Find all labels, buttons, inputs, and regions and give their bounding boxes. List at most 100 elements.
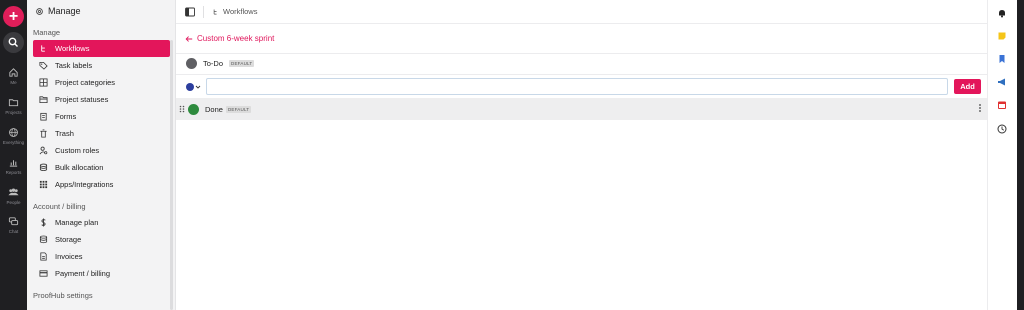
window-edge	[1017, 0, 1024, 310]
status-color-dot	[186, 58, 197, 69]
sidebar-item-invoices[interactable]: Invoices	[33, 248, 170, 265]
bell-icon[interactable]	[997, 8, 1007, 18]
sidebar-header-title: Manage	[48, 6, 81, 16]
rail-item-people[interactable]: People	[0, 187, 27, 205]
grid-icon	[39, 78, 48, 87]
settings-sidebar: Manage Manage Workflows Task labels Proj…	[27, 0, 176, 310]
sidebar-item-custom-roles[interactable]: Custom roles	[33, 142, 170, 159]
back-link[interactable]: Custom 6-week sprint	[185, 34, 274, 43]
breadcrumb-label: Workflows	[223, 7, 258, 16]
rail-item-everything[interactable]: Everything	[0, 127, 27, 145]
sidebar-item-label: Custom roles	[55, 146, 100, 155]
workflow-editor: Custom 6-week sprint To-Do DEFAULT Add D…	[176, 25, 987, 310]
more-options-icon[interactable]	[978, 103, 982, 113]
note-icon[interactable]	[997, 31, 1007, 41]
status-row-todo[interactable]: To-Do DEFAULT	[186, 58, 255, 69]
megaphone-icon[interactable]	[997, 77, 1007, 87]
section-account-billing: Account / billing	[33, 202, 86, 211]
status-row-done[interactable]: Done DEFAULT	[176, 98, 987, 120]
invoice-icon	[40, 252, 47, 261]
bookmark-icon[interactable]	[997, 54, 1007, 64]
sidebar-scrollbar[interactable]	[170, 40, 173, 310]
breadcrumb: Workflows	[212, 7, 257, 16]
user-roles-icon	[39, 146, 48, 155]
workflow-title: Custom 6-week sprint	[197, 34, 275, 43]
folder-open-icon	[39, 96, 48, 104]
sidebar-item-bulk-allocation[interactable]: Bulk allocation	[33, 159, 170, 176]
drag-handle-icon[interactable]	[179, 105, 185, 113]
section-proofhub-settings: ProofHub settings	[33, 291, 93, 300]
workflow-icon	[41, 45, 45, 52]
sidebar-item-label: Workflows	[55, 44, 90, 53]
right-utility-rail	[987, 0, 1017, 310]
rail-label-chat: Chat	[8, 229, 19, 234]
rail-item-chat[interactable]: Chat	[0, 216, 27, 234]
database-icon	[39, 235, 48, 244]
sidebar-item-label: Project statuses	[55, 95, 109, 104]
credit-card-icon	[39, 270, 48, 277]
dollar-icon	[41, 218, 46, 227]
rail-label-projects: Projects	[5, 110, 22, 115]
section-manage: Manage	[33, 28, 61, 37]
status-name: Done	[205, 104, 223, 114]
sidebar-item-label: Apps/Integrations	[55, 180, 114, 189]
layers-icon	[39, 163, 48, 172]
gear-icon	[36, 7, 43, 15]
calendar-icon[interactable]	[997, 100, 1007, 110]
workflow-icon	[213, 9, 217, 14]
sidebar-item-storage[interactable]: Storage	[33, 231, 170, 248]
app-rail: + Me Projects Everything Reports People …	[0, 0, 27, 310]
sidebar-item-trash[interactable]: Trash	[33, 125, 170, 142]
sidebar-item-apps-integrations[interactable]: Apps/Integrations	[33, 176, 170, 193]
status-color-picker[interactable]	[186, 82, 206, 91]
sidebar-item-payment-billing[interactable]: Payment / billing	[33, 265, 170, 282]
topbar-divider	[203, 5, 204, 18]
rail-label-reports: Reports	[5, 170, 22, 175]
sidebar-item-label: Bulk allocation	[55, 163, 104, 172]
clipboard-icon	[40, 112, 47, 121]
rail-label-me: Me	[10, 80, 17, 85]
divider	[176, 53, 987, 54]
clock-icon[interactable]	[997, 124, 1007, 134]
folder-icon	[8, 99, 19, 107]
sidebar-item-label: Trash	[55, 129, 74, 138]
home-icon	[9, 68, 18, 77]
status-name: To-Do	[203, 59, 224, 68]
default-badge: DEFAULT	[225, 105, 252, 113]
sidebar-item-label: Task labels	[55, 61, 93, 70]
tag-icon	[39, 61, 48, 70]
add-status-row	[186, 78, 948, 95]
selected-color-swatch	[186, 82, 194, 91]
search-button[interactable]	[3, 32, 24, 53]
status-name-input[interactable]	[206, 78, 948, 95]
top-bar: Workflows	[176, 0, 987, 24]
rail-item-projects[interactable]: Projects	[0, 97, 27, 115]
rail-item-reports[interactable]: Reports	[0, 157, 27, 175]
default-badge: DEFAULT	[229, 60, 255, 67]
sidebar-header: Manage	[35, 6, 81, 16]
add-button[interactable]: Add	[954, 79, 981, 94]
sidebar-item-project-statuses[interactable]: Project statuses	[33, 91, 170, 108]
rail-item-me[interactable]: Me	[0, 67, 27, 85]
sidebar-item-label: Forms	[55, 112, 77, 121]
sidebar-toggle-icon[interactable]	[185, 7, 195, 17]
globe-icon	[9, 128, 18, 137]
arrow-left-icon	[185, 35, 193, 42]
people-icon	[8, 188, 19, 196]
create-plus-button[interactable]: +	[3, 6, 24, 27]
sidebar-item-manage-plan[interactable]: Manage plan	[33, 214, 170, 231]
rail-label-people: People	[6, 200, 21, 205]
apps-icon	[39, 180, 48, 189]
sidebar-item-workflows[interactable]: Workflows	[33, 40, 170, 57]
sidebar-item-label: Manage plan	[55, 218, 99, 227]
sidebar-item-label: Project categories	[55, 78, 116, 87]
divider	[176, 74, 987, 75]
sidebar-item-project-categories[interactable]: Project categories	[33, 74, 170, 91]
search-icon	[8, 37, 18, 47]
sidebar-item-label: Storage	[55, 235, 82, 244]
chevron-down-icon	[195, 85, 201, 89]
sidebar-item-forms[interactable]: Forms	[33, 108, 170, 125]
trash-icon	[40, 129, 47, 138]
rail-label-everything: Everything	[2, 140, 25, 145]
sidebar-item-task-labels[interactable]: Task labels	[33, 57, 170, 74]
